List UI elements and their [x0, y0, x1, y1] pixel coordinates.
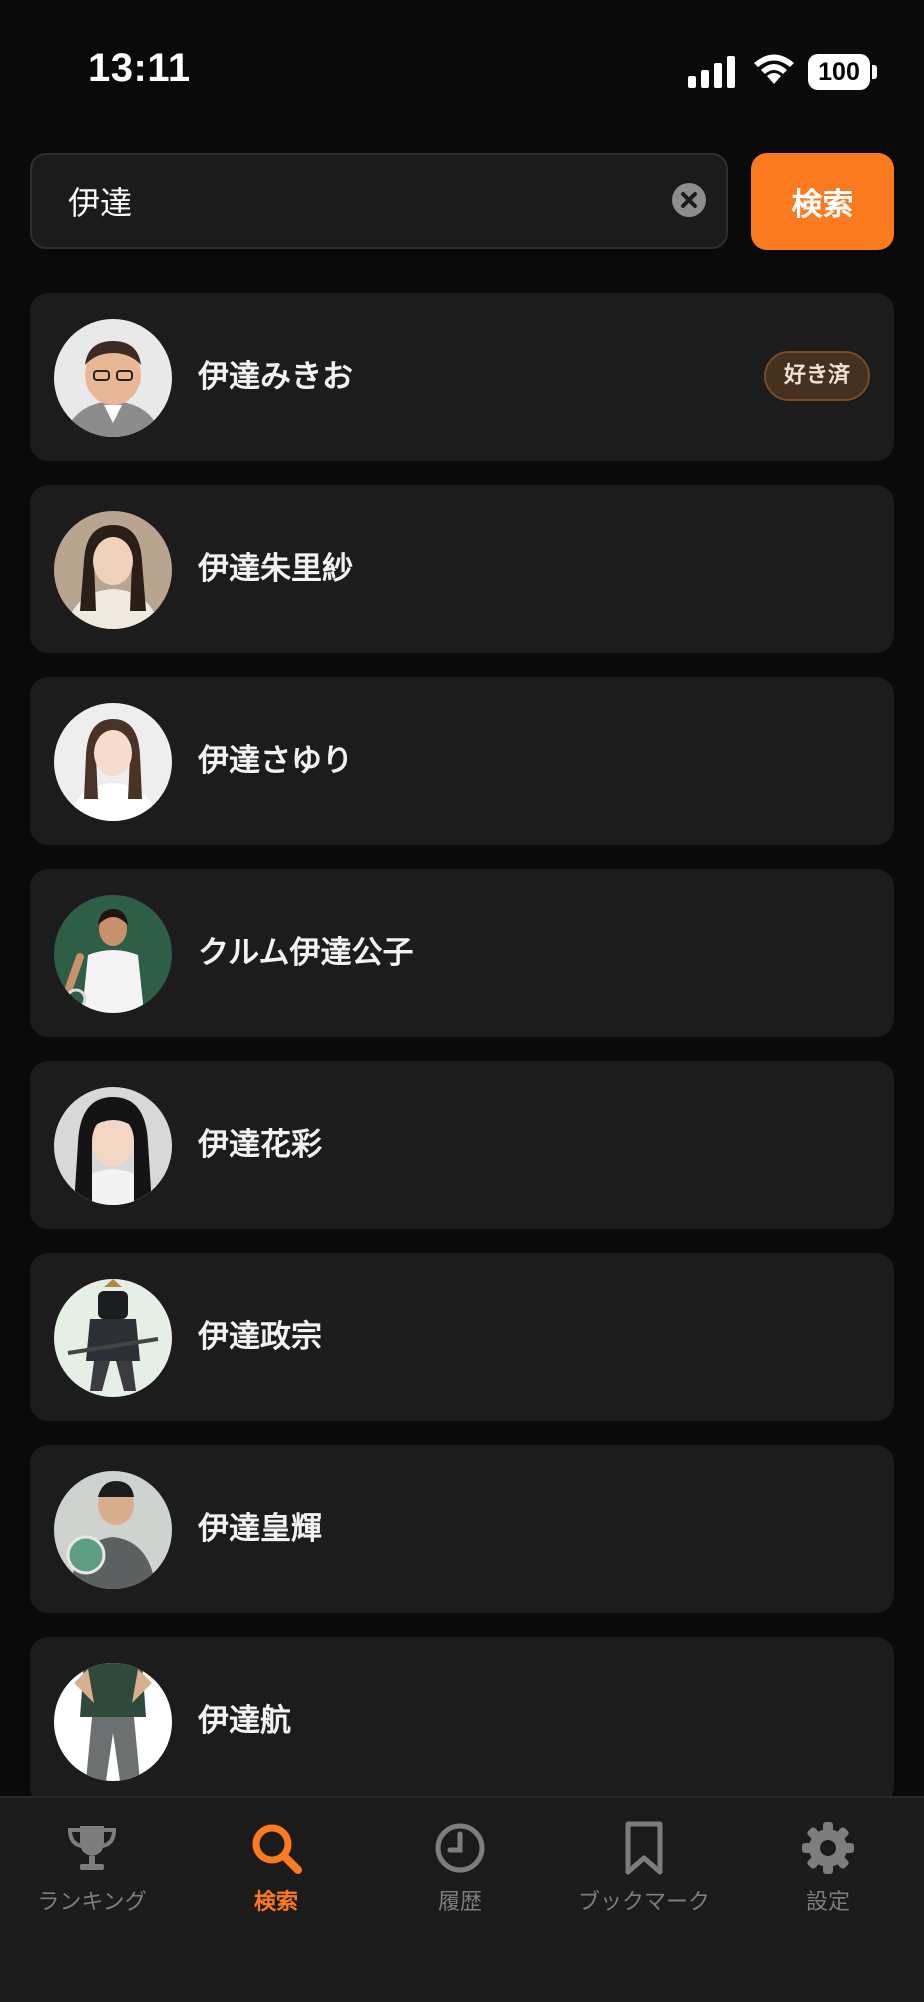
avatar	[54, 1663, 172, 1781]
gear-icon	[802, 1822, 854, 1874]
liked-badge: 好き済	[763, 351, 870, 401]
clear-search-button[interactable]	[672, 183, 706, 217]
avatar	[54, 703, 172, 821]
result-name: 伊達朱里紗	[198, 551, 353, 587]
avatar	[54, 1087, 172, 1205]
result-name: 伊達航	[198, 1703, 291, 1739]
wifi-icon	[754, 54, 794, 84]
result-name: 伊達さゆり	[198, 743, 353, 779]
battery-level: 100	[808, 54, 870, 90]
tab-label: 検索	[253, 1890, 298, 1915]
trophy-icon	[67, 1826, 117, 1870]
search-input[interactable]	[68, 155, 628, 247]
result-item[interactable]: 伊達皇輝	[30, 1445, 894, 1613]
tab-search[interactable]: 検索	[184, 1820, 368, 1930]
result-item[interactable]: 伊達朱里紗	[30, 485, 894, 653]
result-item[interactable]: 伊達みきお 好き済	[30, 293, 894, 461]
tab-label: 設定	[805, 1890, 850, 1915]
search-field	[30, 153, 728, 249]
tab-history[interactable]: 履歴	[368, 1820, 552, 1930]
tab-label: ランキング	[37, 1890, 147, 1915]
search-icon	[252, 1824, 302, 1874]
bookmark-icon	[625, 1821, 663, 1875]
close-icon	[681, 192, 697, 208]
avatar	[54, 1279, 172, 1397]
tab-bar: ランキング 検索 履歴 ブックマーク 設定	[0, 1796, 924, 2002]
result-item[interactable]: 伊達航	[30, 1637, 894, 1805]
result-name: 伊達みきお	[198, 359, 353, 395]
result-name: 伊達花彩	[198, 1127, 322, 1163]
result-list: 伊達みきお 好き済 伊達朱里紗 伊達さゆり クルム伊達公子 伊達花彩 伊達政宗 …	[30, 293, 894, 1829]
avatar	[54, 895, 172, 1013]
avatar	[54, 1471, 172, 1589]
tab-label: 履歴	[437, 1890, 482, 1915]
result-item[interactable]: クルム伊達公子	[30, 869, 894, 1037]
battery-indicator: 100	[808, 54, 878, 90]
result-name: 伊達政宗	[198, 1319, 322, 1355]
avatar	[54, 511, 172, 629]
tab-bookmark[interactable]: ブックマーク	[552, 1820, 736, 1930]
result-name: 伊達皇輝	[198, 1511, 322, 1547]
status-time: 13:11	[88, 46, 191, 90]
result-item[interactable]: 伊達政宗	[30, 1253, 894, 1421]
tab-label: ブックマーク	[577, 1890, 710, 1915]
search-button[interactable]: 検索	[751, 153, 894, 250]
battery-tip	[872, 65, 877, 79]
result-item[interactable]: 伊達さゆり	[30, 677, 894, 845]
cellular-signal-icon	[688, 56, 735, 88]
tab-settings[interactable]: 設定	[736, 1820, 920, 1930]
result-name: クルム伊達公子	[198, 935, 414, 971]
result-item[interactable]: 伊達花彩	[30, 1061, 894, 1229]
avatar	[54, 319, 172, 437]
status-bar: 13:11 100	[0, 0, 924, 140]
clock-icon	[435, 1823, 485, 1873]
tab-ranking[interactable]: ランキング	[0, 1820, 184, 1930]
